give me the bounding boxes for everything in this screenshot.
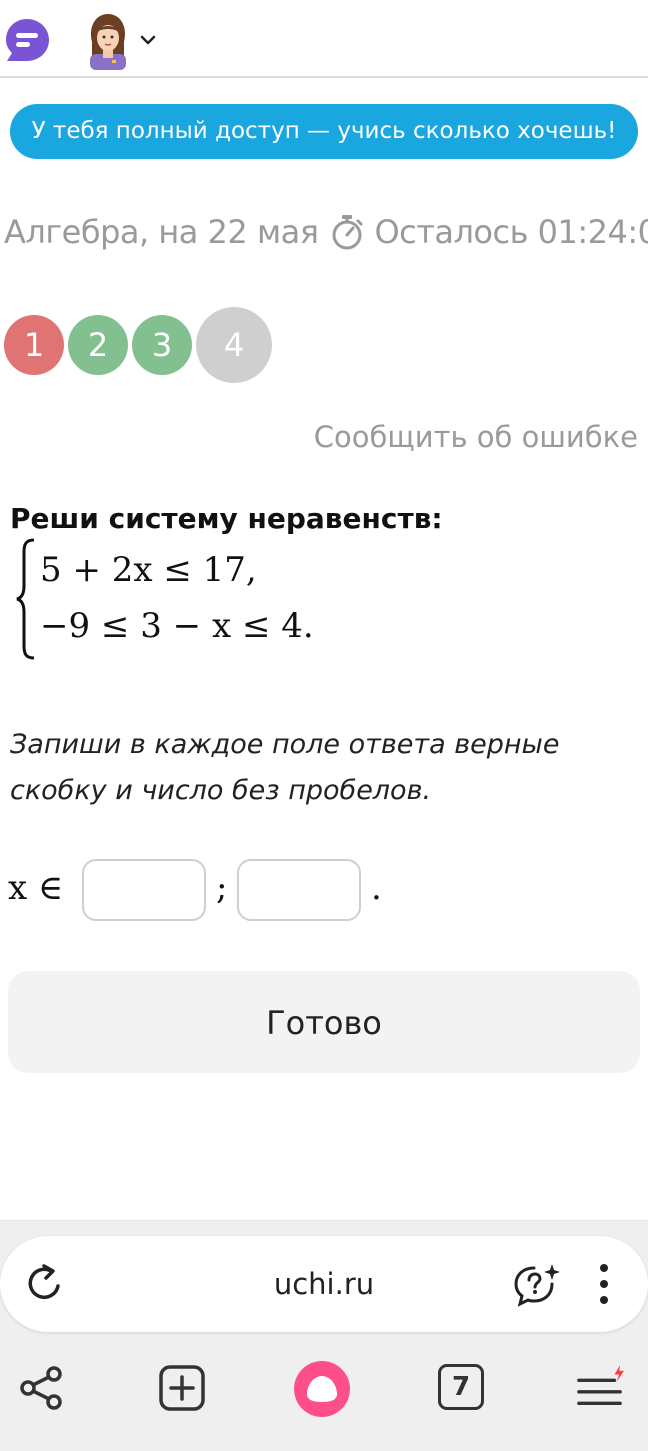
tabs-count-button[interactable]: 7 xyxy=(438,1364,484,1410)
task-hint: Запиши в каждое поле ответа верные скобк… xyxy=(10,729,560,806)
menu-lines-icon[interactable] xyxy=(576,1364,624,1412)
plus-square-icon[interactable] xyxy=(158,1364,206,1412)
full-access-banner: У тебя полный доступ — учись сколько хоч… xyxy=(10,104,638,159)
alice-home-icon[interactable] xyxy=(294,1361,350,1417)
alice-drop-icon xyxy=(307,1376,337,1402)
left-brace-icon xyxy=(16,538,35,660)
inequality-2: −9 ≤ 3 − x ≤ 4. xyxy=(40,606,314,646)
answer-prefix: x ∈ xyxy=(8,868,64,908)
timer-text: Осталось 01:24:01 xyxy=(374,213,648,251)
girl-avatar-icon[interactable] xyxy=(86,12,130,70)
ai-question-icon[interactable] xyxy=(512,1262,560,1308)
step-3[interactable]: 3 xyxy=(132,315,192,375)
chat-logo-icon[interactable] xyxy=(4,17,50,63)
inequality-1: 5 + 2x ≤ 17, xyxy=(40,550,257,590)
task-title: Реши систему неравенств: xyxy=(10,502,443,535)
chevron-down-icon[interactable] xyxy=(138,30,158,50)
step-2[interactable]: 2 xyxy=(68,315,128,375)
answer-right-input[interactable] xyxy=(237,859,361,921)
task-steps: 1 2 3 4 xyxy=(4,307,276,383)
ready-button[interactable]: Готово xyxy=(8,971,640,1073)
answer-row: x ∈ ; . xyxy=(8,856,628,922)
answer-separator: ; xyxy=(216,868,228,908)
lesson-info: Алгебра, на 22 мая Осталось 01:24:01 xyxy=(4,205,648,259)
top-bar xyxy=(0,0,648,78)
answer-left-input[interactable] xyxy=(82,859,206,921)
more-vertical-icon[interactable] xyxy=(590,1262,618,1306)
lesson-title: Алгебра, на 22 мая xyxy=(4,213,319,251)
stopwatch-icon xyxy=(332,215,363,250)
answer-terminator: . xyxy=(371,868,382,908)
report-error-link[interactable]: Сообщить об ошибке xyxy=(314,420,638,454)
step-4[interactable]: 4 xyxy=(196,307,272,383)
step-1[interactable]: 1 xyxy=(4,315,64,375)
share-icon[interactable] xyxy=(18,1364,66,1412)
